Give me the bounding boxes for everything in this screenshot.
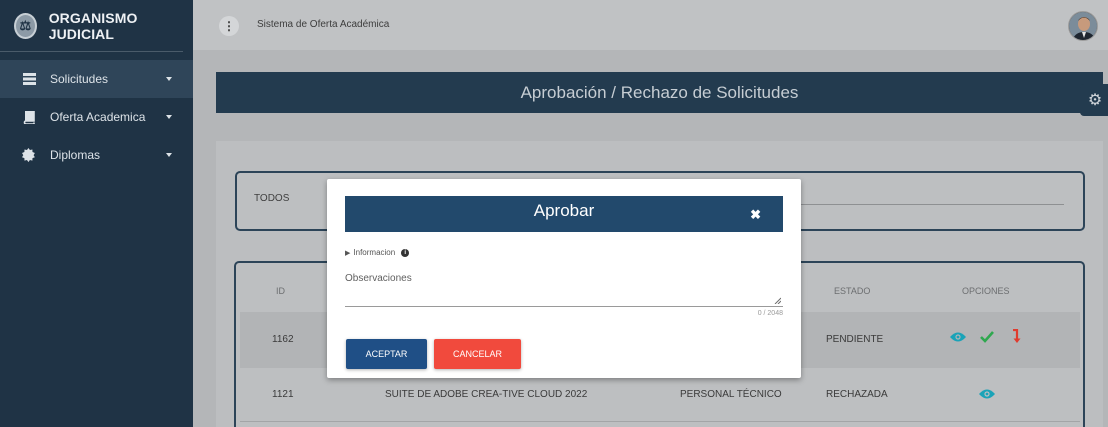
sidebar-item-label: Oferta Academica [50,110,146,124]
information-toggle[interactable]: ▶ Informacion i [345,248,410,257]
close-icon[interactable]: ✖ [750,207,761,223]
column-header-id: ID [276,286,285,296]
observaciones-field[interactable]: Observaciones [345,273,412,284]
more-vert-button[interactable]: ⋮ [219,16,239,36]
chevron-down-icon [166,115,172,119]
cell-personal: PERSONAL TÉCNICO [680,389,782,400]
app-name: Sistema de Oferta Académica [257,19,390,30]
filter-select[interactable]: TODOS [254,193,289,204]
row-divider [240,421,1080,422]
settings-tab[interactable]: ⚙ [1080,84,1108,116]
eye-icon[interactable] [950,331,966,346]
organismo-judicial-logo: ⚖ [14,12,37,39]
cell-estado: RECHAZADA [826,389,888,400]
column-header-estado: ESTADO [834,286,871,296]
eye-icon[interactable] [979,388,995,403]
filter-search-underline [800,204,1064,205]
page-title: Aprobación / Rechazo de Solicitudes [216,72,1103,113]
badge-icon [22,148,36,162]
list-icon [22,72,36,86]
approve-dialog: Aprobar ✖ ▶ Informacion i Observaciones … [327,179,801,378]
cell-id: 1121 [272,389,294,400]
sidebar-item-label: Diplomas [50,148,101,162]
reject-arrow-icon[interactable] [1011,328,1021,347]
check-icon[interactable] [980,331,994,346]
sidebar-item-diplomas[interactable]: Diplomas [0,136,193,174]
dialog-header: Aprobar ✖ [345,196,783,232]
sidebar: ⚖ ORGANISMO JUDICIAL Solicitudes Oferta … [0,0,193,427]
brand: ⚖ ORGANISMO JUDICIAL [0,0,183,52]
cell-estado: PENDIENTE [826,334,884,345]
column-header-opciones: OPCIONES [962,286,1010,296]
sidebar-item-solicitudes[interactable]: Solicitudes [0,60,193,98]
accept-button[interactable]: ACEPTAR [346,339,427,369]
resize-handle-icon[interactable] [774,297,782,306]
triangle-right-icon: ▶ [345,249,351,257]
cell-id: 1162 [272,334,294,345]
cancel-button[interactable]: CANCELAR [434,339,521,369]
information-label: Informacion [353,248,396,257]
sidebar-item-oferta-academica[interactable]: Oferta Academica [0,98,193,136]
info-icon: i [401,248,410,257]
character-counter: 0 / 2048 [757,310,783,317]
sidebar-item-label: Solicitudes [50,72,109,86]
dialog-title: Aprobar [533,201,595,220]
observaciones-underline [345,306,783,307]
chevron-down-icon [166,77,172,81]
sidebar-nav: Solicitudes Oferta Academica Diplomas [0,60,193,174]
chevron-down-icon [166,153,172,157]
topbar: ⋮ Sistema de Oferta Académica [193,0,1108,50]
brand-name: ORGANISMO JUDICIAL [48,9,138,42]
gear-icon: ⚙ [1087,92,1103,109]
cell-curso: SUITE DE ADOBE CREA-TIVE CLOUD 2022 [385,389,588,400]
book-icon [22,110,36,124]
avatar[interactable] [1068,11,1098,41]
